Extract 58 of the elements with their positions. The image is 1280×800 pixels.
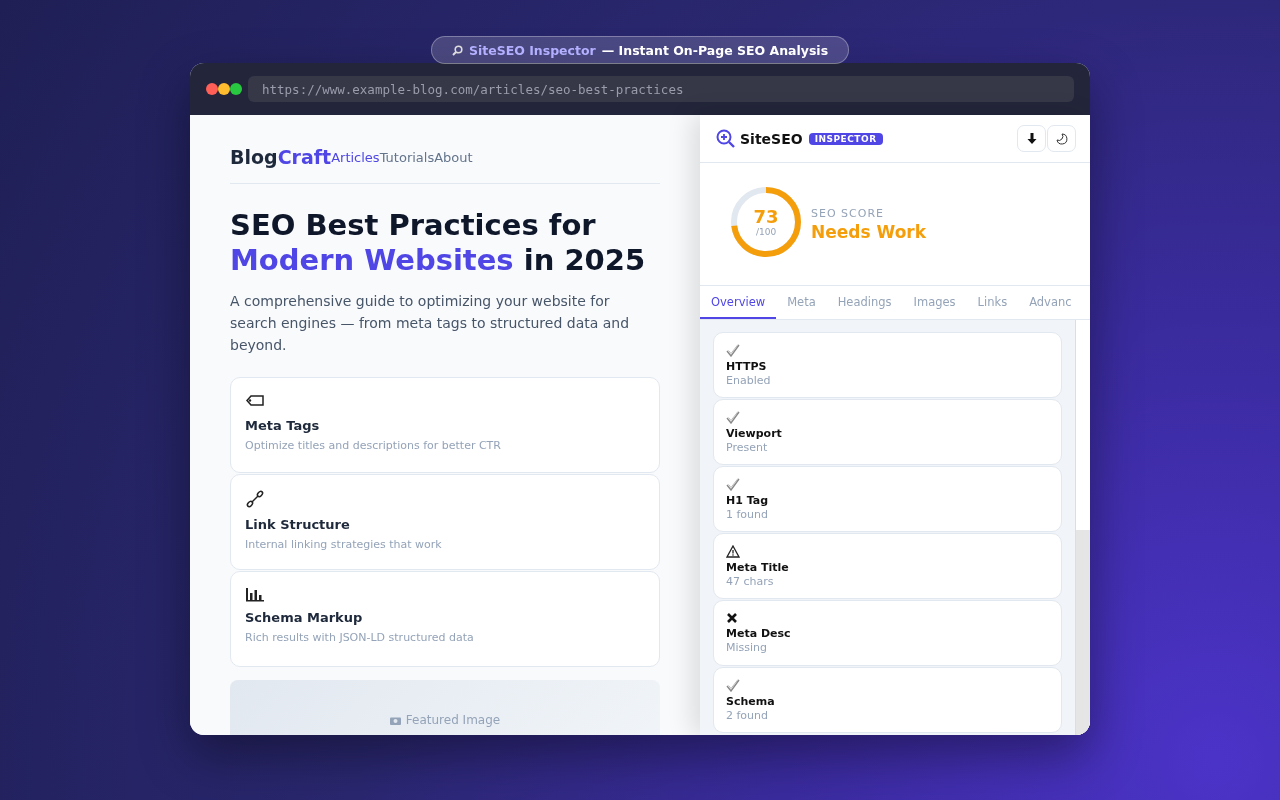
minimize-control[interactable] <box>218 83 230 95</box>
feature-description: Rich results with JSON-LD structured data <box>245 631 474 644</box>
inspector-badge: INSPECTOR <box>808 132 883 145</box>
check-name: Schema <box>726 694 775 708</box>
feature-description: Internal linking strategies that work <box>245 538 442 551</box>
check-result: 1 found <box>726 507 769 521</box>
check-name: Meta Desc <box>726 627 791 640</box>
chain-icon <box>245 489 265 509</box>
panel-tab[interactable]: Advanc <box>1018 286 1072 319</box>
check-name: H1 Tag <box>726 493 769 507</box>
nav-link[interactable]: Articles <box>331 149 380 165</box>
address-bar[interactable]: https://www.example-blog.com/articles/seo-best-practices <box>248 76 1074 102</box>
check-result: 47 chars <box>726 574 774 588</box>
warning-icon <box>726 544 740 558</box>
score-verdict: Needs Work <box>811 221 926 242</box>
nav-link[interactable]: About <box>434 149 473 165</box>
check-result: Enabled <box>726 373 771 387</box>
cross-icon <box>726 612 738 624</box>
image-label: Featured Image <box>405 713 501 727</box>
panel-tab[interactable]: Headings <box>826 286 903 319</box>
check-icon <box>726 343 740 357</box>
check-name: HTTPS <box>726 359 767 373</box>
score-value: 73 <box>753 207 779 227</box>
check-icon <box>726 678 740 692</box>
panel-tab[interactable]: Meta <box>776 286 827 319</box>
nav-link[interactable]: Tutorials <box>379 149 435 165</box>
check-result: Present <box>726 440 768 454</box>
maximize-control[interactable] <box>230 83 242 95</box>
close-control[interactable] <box>206 83 218 95</box>
check-icon <box>726 477 740 491</box>
feature-title: Schema Markup <box>245 610 363 625</box>
check-icon <box>726 410 740 424</box>
panel-brand: SiteSEO <box>740 130 803 147</box>
scrollbar[interactable] <box>1075 320 1090 735</box>
score-label: SEO SCORE <box>811 206 885 220</box>
magnifier-plus-icon <box>716 128 736 149</box>
download-icon <box>1026 132 1037 145</box>
check-result: Missing <box>726 641 768 654</box>
feature-title: Meta Tags <box>245 418 320 433</box>
panel-tab[interactable]: Images <box>902 286 967 319</box>
site-logo[interactable]: BlogCraft <box>230 146 332 168</box>
camera-icon <box>389 715 401 725</box>
download-button[interactable] <box>1017 125 1046 152</box>
search-icon <box>451 44 463 56</box>
banner-brand: SiteSEO Inspector <box>468 42 596 58</box>
bar-chart-icon <box>245 586 265 602</box>
check-name: Viewport <box>726 426 782 440</box>
check-result: 2 found <box>726 708 769 722</box>
article-description: A comprehensive guide to optimizing your website for search engines — from meta tags to structured data and beyond. <box>230 292 631 355</box>
panel-tab[interactable]: Links <box>966 286 1019 319</box>
feature-description: Optimize titles and descriptions for better CTR <box>245 439 501 452</box>
theme-button[interactable] <box>1047 125 1076 152</box>
banner-tagline: — Instant On-Page SEO Analysis <box>601 42 829 58</box>
moon-icon <box>1055 132 1068 145</box>
article-title: SEO Best Practices for Modern Websites in 2025 <box>230 208 647 278</box>
check-name: Meta Title <box>726 560 789 574</box>
score-max: /100 <box>755 227 777 237</box>
feature-title: Link Structure <box>245 517 350 532</box>
